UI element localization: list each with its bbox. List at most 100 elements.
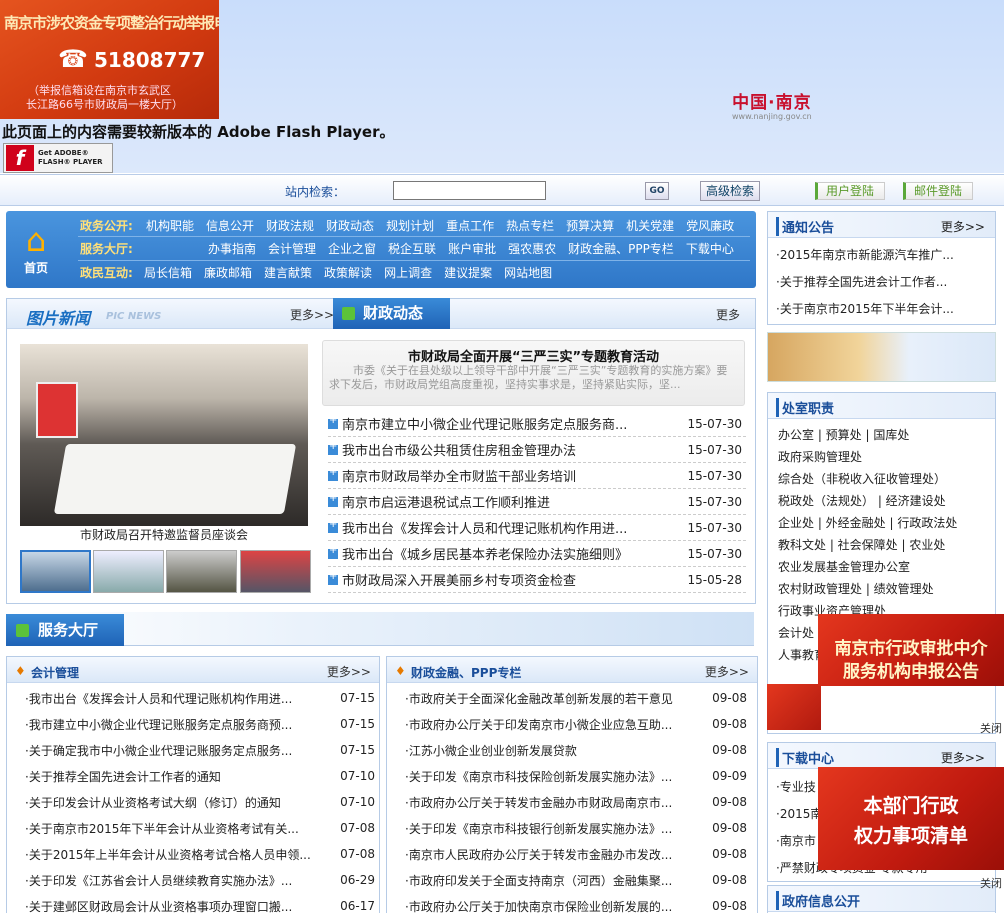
list-item[interactable]: · 2015年南京市新能源汽车推广... (776, 241, 989, 268)
list-item[interactable]: ·关于确定我市中小微企业代理记账服务定点服务... 07-15 (25, 737, 375, 763)
dept-row[interactable]: 企业处 | 外经金融处 | 行政政法处 (778, 512, 989, 534)
download-more-link[interactable]: 更多>> (941, 749, 985, 766)
nav-item[interactable]: 财政动态 (326, 217, 374, 234)
nav-item[interactable]: 局长信箱 (144, 264, 192, 281)
news-photo[interactable] (20, 344, 308, 526)
accounting-more-link[interactable]: 更多>> (327, 663, 371, 680)
home-link[interactable]: ⌂ 首页 (14, 221, 58, 281)
ad-close-button[interactable]: 关闭 (980, 720, 1002, 736)
photo-thumbnail[interactable] (240, 550, 311, 593)
list-item[interactable]: ·市政府办公厅关于转发市金融办市财政局南京市... 09-08 (405, 789, 747, 815)
list-item[interactable]: ·南京市人民政府办公厅关于转发市金融办市发改... 09-08 (405, 841, 747, 867)
nav-item[interactable]: 办事指南 (208, 240, 256, 257)
list-item[interactable]: ·关于印发《南京市科技保险创新发展实施办法》... 09-09 (405, 763, 747, 789)
list-item[interactable]: 南京市启运港退税试点工作顺利推进 15-07-30 (328, 489, 746, 515)
user-login-button[interactable]: 用户登陆 (815, 182, 885, 200)
ad-close-button[interactable]: 关闭 (980, 875, 1002, 891)
nav-item[interactable]: 企业之窗 (328, 240, 376, 257)
nav-item[interactable]: 机构职能 (146, 217, 194, 234)
photo-thumbnail[interactable] (93, 550, 164, 593)
photo-thumbnail[interactable] (166, 550, 237, 593)
nav-item[interactable]: 会计管理 (268, 240, 316, 257)
nav-item[interactable]: 政策解读 (324, 264, 372, 281)
list-item[interactable]: 市财政局深入开展美丽乡村专项资金检查 15-05-28 (328, 567, 746, 593)
flash-message: 此页面上的内容需要较新版本的 Adobe Flash Player。 (2, 123, 395, 141)
list-item[interactable]: · 关于南京市2015年下半年会计... (776, 295, 989, 322)
ad-line-2: 服务机构申报公告 (843, 662, 979, 682)
ad-line-2: 权力事项清单 (853, 825, 968, 847)
nav-item[interactable]: 信息公开 (206, 217, 254, 234)
list-item[interactable]: · 关于推荐全国先进会计工作者... (776, 268, 989, 295)
nav-item[interactable]: 税企互联 (388, 240, 436, 257)
plus-icon (328, 415, 338, 429)
nav-item[interactable]: 廉政邮箱 (204, 264, 252, 281)
gov-info-title[interactable]: 政府信息公开 (776, 891, 860, 910)
fiscal-more-link[interactable]: 更多 (716, 306, 740, 323)
list-item[interactable]: ·关于印发《江苏省会计人员继续教育实施办法》... 06-29 (25, 867, 375, 893)
fiscal-headline[interactable]: 市财政局全面开展“三严三实”专题教育活动 市委《关于在县处级以上领导干部中开展“… (322, 340, 745, 406)
list-item[interactable]: 南京市建立中小微企业代理记账服务定点服务商... 15-07-30 (328, 411, 746, 437)
nav-item[interactable]: 财政法规 (266, 217, 314, 234)
notice-more-link[interactable]: 更多>> (941, 218, 985, 235)
list-item[interactable]: 我市出台市级公共租赁住房租金管理办法 15-07-30 (328, 437, 746, 463)
list-item[interactable]: ·关于南京市2015年下半年会计从业资格考试有关... 07-08 (25, 815, 375, 841)
search-input[interactable] (393, 181, 546, 200)
nanjing-logo[interactable]: 中国·南京 www.nanjing.gov.cn (732, 88, 812, 121)
dept-row[interactable]: 农业发展基金管理办公室 (778, 556, 989, 578)
dept-row[interactable]: 办公室 | 预算处 | 国库处 (778, 424, 989, 446)
list-item[interactable]: 我市出台《发挥会计人员和代理记账机构作用进... 15-07-30 (328, 515, 746, 541)
service-hall-tab[interactable]: 服务大厅 (6, 614, 124, 646)
fiscal-tab[interactable]: 财政动态 (333, 298, 450, 329)
nav-item[interactable]: 重点工作 (446, 217, 494, 234)
nav-item[interactable]: 热点专栏 (506, 217, 554, 234)
hotline-banner[interactable]: 南京市涉农资金专项整治行动举报电话： ☎ 51808777 （举报信箱设在南京市… (0, 0, 219, 119)
nav-item[interactable]: 机关党建 (626, 217, 674, 234)
pic-news-more-link[interactable]: 更多>> (290, 306, 334, 323)
nav-item[interactable]: 财政金融、PPP专栏 (568, 240, 674, 257)
nav-item[interactable]: 党风廉政 (686, 217, 734, 234)
nav-item[interactable]: 建言献策 (264, 264, 312, 281)
list-item[interactable]: ·市政府办公厅关于印发南京市小微企业应急互助... 09-08 (405, 711, 747, 737)
list-item[interactable]: 南京市财政局举办全市财监干部业务培训 15-07-30 (328, 463, 746, 489)
list-item[interactable]: ·我市出台《发挥会计人员和代理记账机构作用进... 07-15 (25, 685, 375, 711)
list-item[interactable]: ·江苏小微企业创业创新发展贷款 09-08 (405, 737, 747, 763)
dept-row[interactable]: 教科文处 | 社会保障处 | 农业处 (778, 534, 989, 556)
list-item[interactable]: ·关于建邺区财政局会计从业资格事项办理窗口搬... 06-17 (25, 893, 375, 913)
nav-item[interactable]: 规划计划 (386, 217, 434, 234)
nav-item[interactable]: 网站地图 (504, 264, 552, 281)
list-item[interactable]: ·关于2015年上半年会计从业资格考试合格人员申领... 07-08 (25, 841, 375, 867)
pic-news-subtitle: PIC NEWS (106, 311, 162, 322)
nav-item[interactable]: 下载中心 (686, 240, 734, 257)
list-item[interactable]: ·市政府关于全面深化金融改革创新发展的若干意见 09-08 (405, 685, 747, 711)
dept-row[interactable]: 农村财政管理处 | 绩效管理处 (778, 578, 989, 600)
get-flash-button[interactable]: f Get ADOBE® FLASH® PLAYER (3, 143, 113, 173)
list-item[interactable]: ·关于印发会计从业资格考试大纲（修订）的通知 07-10 (25, 789, 375, 815)
list-item[interactable]: ·我市建立中小微企业代理记账服务定点服务商预... 07-15 (25, 711, 375, 737)
abacus-banner[interactable] (767, 332, 996, 382)
nav-item[interactable]: 建议提案 (444, 264, 492, 281)
ad-banner-strip[interactable] (767, 684, 821, 730)
list-item[interactable]: ·关于印发《南京市科技银行创新发展实施办法》... 09-08 (405, 815, 747, 841)
list-item[interactable]: 我市出台《城乡居民基本养老保险办法实施细则》 15-07-30 (328, 541, 746, 567)
list-item[interactable]: ·市政府办公厅关于加快南京市保险业创新发展的... 09-08 (405, 893, 747, 913)
list-item[interactable]: ·关于推荐全国先进会计工作者的通知 07-10 (25, 763, 375, 789)
go-button[interactable]: GO (645, 182, 669, 200)
nav-item[interactable]: 预算决算 (566, 217, 614, 234)
dept-row[interactable]: 综合处（非税收入征收管理处） (778, 468, 989, 490)
finance-more-link[interactable]: 更多>> (705, 663, 749, 680)
item-title: ·市政府印发关于全面支持南京（河西）金融集聚... (405, 873, 673, 888)
photo-thumbnail[interactable] (20, 550, 91, 593)
item-date: 15-07-30 (687, 494, 742, 509)
mail-login-button[interactable]: 邮件登陆 (903, 182, 973, 200)
advanced-search-button[interactable]: 高级检索 (700, 181, 760, 201)
nav-item[interactable]: 强农惠农 (508, 240, 556, 257)
photo-caption[interactable]: 市财政局召开特邀监督员座谈会 (20, 526, 308, 543)
dept-row[interactable]: 政府采购管理处 (778, 446, 989, 468)
dept-row[interactable]: 税政处（法规处） | 经济建设处 (778, 490, 989, 512)
power-list-ad[interactable]: 本部门行政 权力事项清单 (818, 767, 1004, 870)
nav-item[interactable]: 账户审批 (448, 240, 496, 257)
approval-notice-ad[interactable]: 南京市行政审批中介 服务机构申报公告 (818, 614, 1004, 686)
nav-item[interactable]: 网上调查 (384, 264, 432, 281)
item-date: 09-08 (712, 899, 747, 913)
list-item[interactable]: ·市政府印发关于全面支持南京（河西）金融集聚... 09-08 (405, 867, 747, 893)
